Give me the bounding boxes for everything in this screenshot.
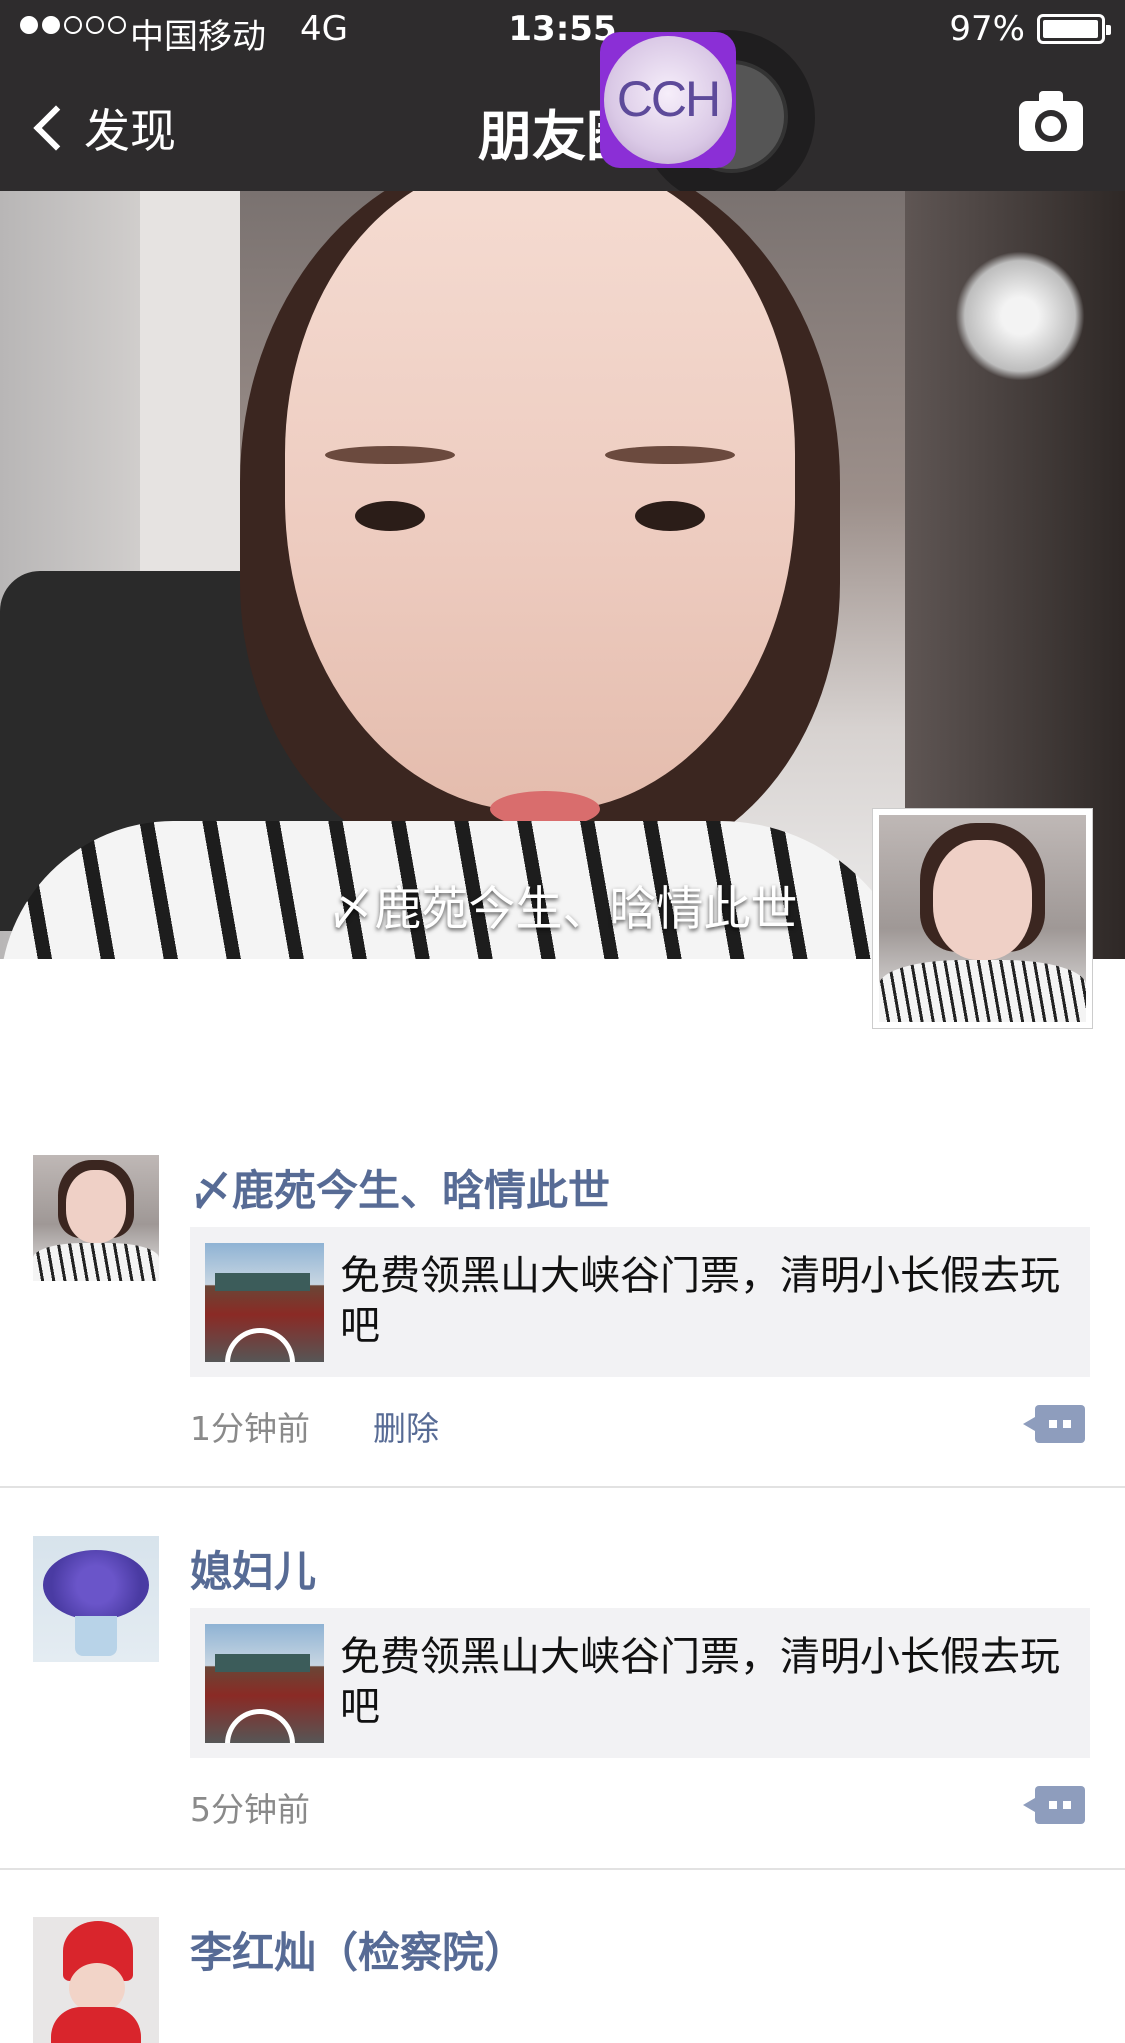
cch-app-icon[interactable]: CCH	[600, 32, 736, 168]
cch-app-label: CCH	[616, 71, 721, 127]
comment-icon[interactable]	[1023, 1405, 1085, 1443]
shared-link-card[interactable]: 免费领黑山大峡谷门票，清明小长假去玩吧	[190, 1227, 1090, 1377]
camera-icon[interactable]	[1019, 91, 1083, 151]
post-avatar[interactable]	[33, 1155, 159, 1281]
battery-icon	[1037, 14, 1111, 44]
post-nickname[interactable]: 李红灿（检察院）	[190, 1919, 526, 1980]
status-bar: 中国移动 4G 13:55 97%	[0, 0, 1125, 62]
profile-avatar[interactable]	[872, 808, 1093, 1029]
back-button[interactable]: 发现	[28, 95, 176, 161]
link-thumbnail	[205, 1243, 324, 1362]
divider	[0, 1486, 1125, 1488]
chevron-left-icon	[33, 105, 79, 151]
battery-percent: 97%	[949, 9, 1025, 49]
link-thumbnail	[205, 1624, 324, 1743]
shared-link-card[interactable]: 免费领黑山大峡谷门票，清明小长假去玩吧	[190, 1608, 1090, 1758]
post-avatar[interactable]	[33, 1917, 159, 2043]
post-time: 1分钟前	[190, 1409, 310, 1448]
back-label: 发现	[84, 104, 176, 158]
post-time: 5分钟前	[190, 1790, 310, 1829]
post-avatar[interactable]	[33, 1536, 159, 1662]
link-title: 免费领黑山大峡谷门票，清明小长假去玩吧	[340, 1634, 1060, 1730]
post-nickname[interactable]: 〆鹿苑今生、晗情此世	[190, 1157, 610, 1218]
delete-button[interactable]: 删除	[373, 1402, 439, 1450]
link-title: 免费领黑山大峡谷门票，清明小长假去玩吧	[340, 1253, 1060, 1349]
post-nickname[interactable]: 媳妇儿	[190, 1538, 316, 1599]
comment-icon[interactable]	[1023, 1786, 1085, 1824]
divider	[0, 1868, 1125, 1870]
top-bar: 中国移动 4G 13:55 97% 发现 朋友圈	[0, 0, 1125, 191]
